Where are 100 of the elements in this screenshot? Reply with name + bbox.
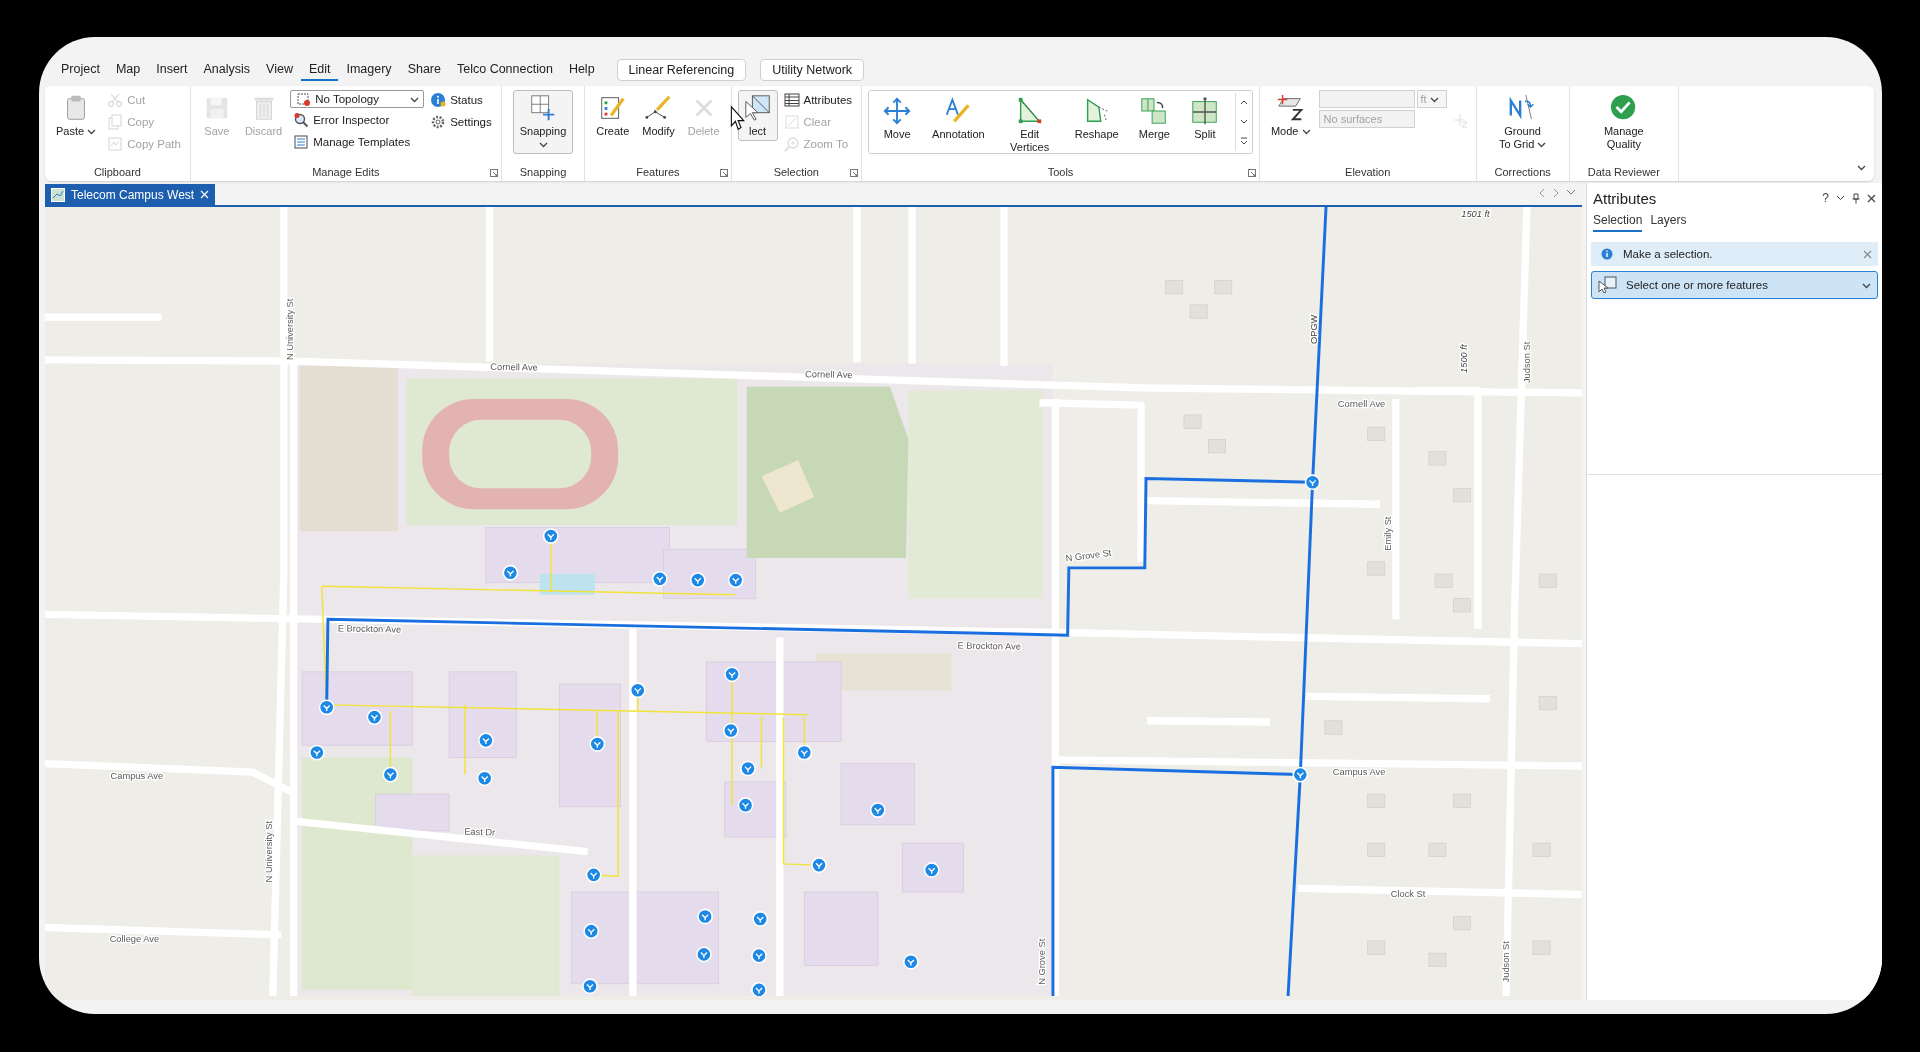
network-node-icon[interactable] xyxy=(696,946,712,963)
street-label: Campus Ave xyxy=(1332,767,1386,778)
caret-icon xyxy=(1429,96,1439,103)
menu-tab[interactable]: Help xyxy=(560,59,603,81)
dialog-launcher-icon[interactable] xyxy=(489,169,498,177)
table-icon xyxy=(783,92,800,108)
menu-tab[interactable]: Map xyxy=(107,59,149,81)
network-node-icon[interactable] xyxy=(382,766,399,783)
info-icon xyxy=(1601,248,1613,260)
selection-cursor-icon xyxy=(742,93,773,123)
chevron-right-icon[interactable] xyxy=(1552,188,1560,198)
ribbon-button[interactable]: Attributes xyxy=(780,90,856,110)
menu-tab[interactable]: Analysis xyxy=(195,59,259,81)
selection-tool-dropdown[interactable]: Select one or more features xyxy=(1591,271,1878,299)
zoom-icon xyxy=(783,136,800,152)
clear-selection-icon xyxy=(783,114,800,130)
network-node-icon[interactable] xyxy=(478,732,494,749)
topology-icon xyxy=(295,91,312,107)
ribbon-button[interactable]: Create xyxy=(591,90,635,141)
context-tab-button[interactable]: Linear Referencing xyxy=(616,59,747,81)
map-document-tab[interactable]: Telecom Campus West xyxy=(45,184,216,205)
network-node-icon[interactable] xyxy=(697,908,713,925)
menu-tab[interactable]: Imagery xyxy=(338,59,400,81)
street-label: Campus Ave xyxy=(110,770,164,781)
info-message: Make a selection. xyxy=(1623,248,1713,260)
street-label: Cornell Ave xyxy=(490,361,538,373)
network-node-icon[interactable] xyxy=(751,982,767,996)
ribbon-button[interactable]: Paste xyxy=(51,90,102,141)
menu-tab[interactable]: View xyxy=(258,59,301,81)
z-axis-icon xyxy=(1451,112,1468,128)
group-label: Snapping xyxy=(519,165,567,180)
context-tab-button[interactable]: Utility Network xyxy=(760,59,865,81)
street-label: E Brockton Ave xyxy=(957,640,1022,652)
caret-icon xyxy=(538,142,548,148)
group-label: Manage Edits xyxy=(311,165,381,180)
street-label: Cornell Ave xyxy=(1337,398,1386,409)
ribbon-button[interactable]: Ground To Grid xyxy=(1492,90,1553,154)
network-node-icon[interactable] xyxy=(583,923,600,940)
network-node-icon[interactable] xyxy=(1304,474,1321,491)
ribbon-button[interactable]: Status xyxy=(427,90,495,110)
ribbon-button[interactable]: Edit Vertices xyxy=(999,93,1060,157)
map-icon xyxy=(51,187,65,202)
copy-icon xyxy=(107,114,124,130)
ribbon-button[interactable]: Snapping xyxy=(513,90,573,154)
mouse-pointer-icon xyxy=(729,105,745,131)
ribbon-button[interactable]: Manage Templates xyxy=(290,132,425,152)
network-node-icon[interactable] xyxy=(309,744,325,761)
caret-icon xyxy=(87,129,97,135)
group-label: Data Reviewer xyxy=(1587,165,1660,180)
group-label: Clipboard xyxy=(92,165,142,180)
move-arrows-icon xyxy=(882,96,913,126)
network-node-icon[interactable] xyxy=(796,744,813,761)
network-node-icon[interactable] xyxy=(737,797,754,814)
street-label: Emily St xyxy=(1383,516,1394,551)
topology-dropdown[interactable]: No Topology xyxy=(290,90,425,108)
dialog-launcher-icon[interactable] xyxy=(719,169,728,177)
ribbon-button[interactable]: Settings xyxy=(427,112,495,132)
distance-label: 1501 ft xyxy=(1461,209,1490,220)
street-label: Judson St xyxy=(1521,341,1532,383)
ribbon-button[interactable]: Mode xyxy=(1265,90,1316,141)
street-label: N University St xyxy=(284,298,295,361)
close-icon[interactable] xyxy=(1867,193,1876,203)
network-node-icon[interactable] xyxy=(1292,766,1309,783)
dialog-launcher-icon[interactable] xyxy=(1247,169,1256,177)
network-node-icon[interactable] xyxy=(366,709,383,725)
pane-tab[interactable]: Layers xyxy=(1650,213,1687,232)
chevron-left-icon[interactable] xyxy=(1538,188,1546,198)
network-node-icon[interactable] xyxy=(722,722,739,739)
ribbon-button[interactable]: Reshape xyxy=(1069,93,1124,144)
pin-icon[interactable] xyxy=(1852,192,1860,204)
chevron-down-icon[interactable] xyxy=(1836,195,1845,201)
menu-tab[interactable]: Project xyxy=(53,59,108,81)
gallery-expand-icon[interactable] xyxy=(1238,136,1249,147)
scissors-icon xyxy=(107,92,124,108)
ribbon-button[interactable]: Merge xyxy=(1133,93,1175,144)
menu-tab[interactable]: Edit xyxy=(300,59,339,81)
ribbon-button[interactable]: Manage Quality xyxy=(1593,90,1654,154)
caret-icon xyxy=(410,96,420,103)
elevation-field[interactable] xyxy=(1318,90,1415,108)
magnifier-icon xyxy=(293,112,310,128)
ribbon-button[interactable]: Split xyxy=(1184,93,1225,144)
menu-tab[interactable]: Share xyxy=(399,59,449,81)
ribbon-button[interactable]: Annotation xyxy=(927,93,990,144)
ribbon-button[interactable]: Modify xyxy=(637,90,680,141)
distance-label: 1500 ft xyxy=(1459,344,1470,373)
ribbon-button[interactable]: Error Inspector xyxy=(290,110,425,130)
street-label: N Grove St xyxy=(1036,938,1047,985)
gear-icon xyxy=(430,114,447,130)
menu-tab[interactable]: Telco Connection xyxy=(449,59,561,81)
network-node-icon[interactable] xyxy=(502,564,519,581)
network-node-icon[interactable] xyxy=(318,699,335,716)
ribbon-button[interactable]: Move xyxy=(877,93,918,144)
copy-path-icon xyxy=(107,136,124,152)
network-node-icon[interactable] xyxy=(724,666,740,683)
info-icon xyxy=(430,92,447,108)
menu-tab[interactable]: Insert xyxy=(148,59,196,81)
group-label: Elevation xyxy=(1344,165,1392,180)
dialog-launcher-icon[interactable] xyxy=(850,169,859,177)
help-button[interactable]: ? xyxy=(1822,191,1829,205)
pane-tab[interactable]: Selection xyxy=(1593,213,1643,232)
